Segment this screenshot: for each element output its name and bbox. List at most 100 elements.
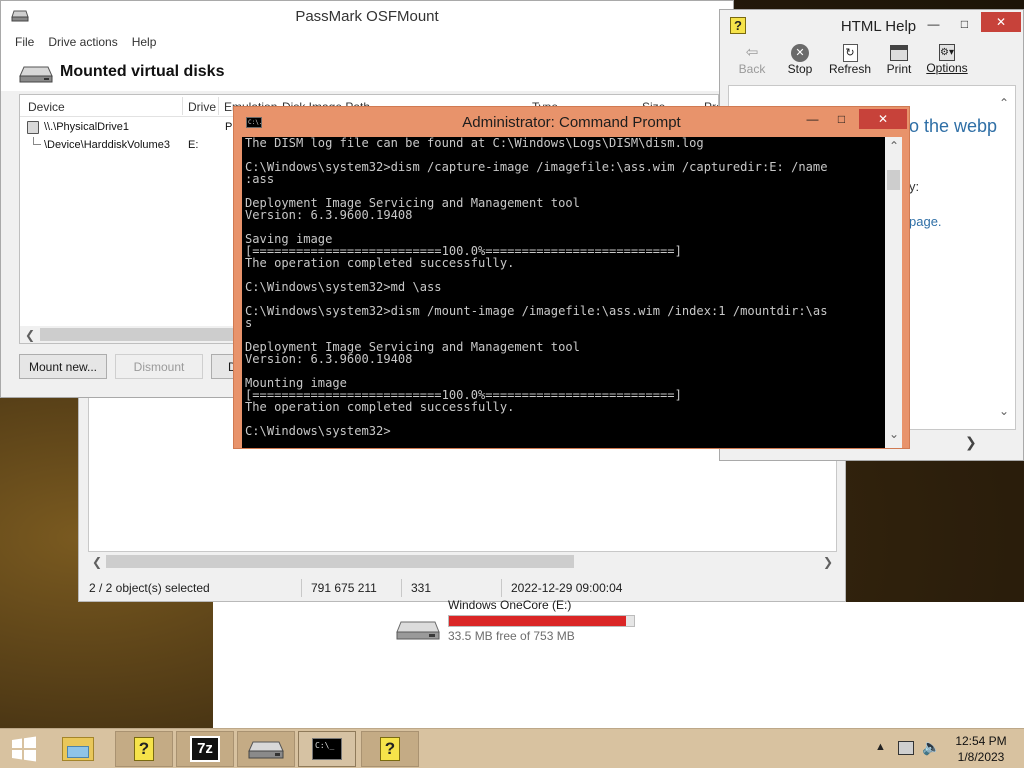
help-text: y: xyxy=(909,179,920,194)
back-arrow-icon: ⇦ xyxy=(745,44,759,61)
scroll-left-icon[interactable]: ❮ xyxy=(92,555,102,569)
menu-file[interactable]: File xyxy=(15,35,34,49)
mount-new-label: Mount new... xyxy=(28,359,98,374)
refresh-icon: ↻ xyxy=(842,44,858,62)
column-divider xyxy=(182,97,183,115)
help-icon: ? xyxy=(380,737,400,761)
status-date: 2022-12-29 09:00:04 xyxy=(511,581,623,595)
close-icon[interactable]: ✕ xyxy=(981,12,1021,32)
scrollbar-thumb[interactable] xyxy=(887,170,900,190)
osfmount-app-icon xyxy=(11,8,29,26)
console-output[interactable]: The DISM log file can be found at C:\Win… xyxy=(242,137,885,448)
column-device[interactable]: Device xyxy=(28,100,65,114)
mounted-disks-icon xyxy=(19,62,53,87)
status-divider xyxy=(301,579,302,597)
minimize-icon[interactable]: — xyxy=(798,109,827,129)
command-prompt-icon: C:\_ xyxy=(312,738,342,760)
network-icon[interactable] xyxy=(898,741,914,755)
refresh-label: Refresh xyxy=(828,62,872,76)
cmd-vertical-scrollbar[interactable]: ⌃ ⌄ xyxy=(885,137,902,448)
scroll-up-icon[interactable]: ⌃ xyxy=(999,96,1009,110)
help-heading: o the webp xyxy=(909,116,998,136)
scroll-down-icon[interactable]: ⌄ xyxy=(889,427,899,441)
print-button[interactable]: Print xyxy=(880,44,918,76)
clock-date: 1/8/2023 xyxy=(957,750,1005,764)
drive-usage-bar xyxy=(448,615,635,627)
drive-icon[interactable] xyxy=(395,614,441,640)
taskbar-html-help[interactable]: ? xyxy=(115,731,173,767)
html-help-titlebar[interactable]: ? HTML Help — □ ✕ xyxy=(720,10,1023,42)
maximize-icon[interactable]: □ xyxy=(950,14,979,34)
drive-name[interactable]: Windows OneCore (E:) xyxy=(448,598,571,612)
maximize-icon[interactable]: □ xyxy=(827,109,856,129)
column-divider xyxy=(218,97,219,115)
scroll-up-icon[interactable]: ⌃ xyxy=(889,139,899,153)
scroll-right-icon[interactable]: ❯ xyxy=(823,555,833,569)
taskbar: ? 7z C:\_ ? ▲ 🔈 12:54 PM 1/8/2023 xyxy=(0,728,1024,768)
back-label: Back xyxy=(738,62,766,76)
cmd-titlebar[interactable]: C:\. Administrator: Command Prompt — □ ✕ xyxy=(234,107,909,137)
refresh-button[interactable]: ↻ Refresh xyxy=(826,44,874,76)
dismount-button[interactable]: Dismount xyxy=(115,354,203,379)
scroll-left-icon[interactable]: ❮ xyxy=(25,328,35,342)
command-prompt-window: C:\. Administrator: Command Prompt — □ ✕… xyxy=(233,106,910,449)
tree-connector xyxy=(33,137,41,145)
start-icon xyxy=(12,736,36,762)
row-device: \Device\HarddiskVolume3 xyxy=(44,139,170,151)
status-size: 791 675 211 xyxy=(311,581,377,595)
drive-usage-fill xyxy=(449,616,626,626)
clock[interactable]: 12:54 PM 1/8/2023 xyxy=(950,733,1012,765)
console-text: The DISM log file can be found at C:\Win… xyxy=(245,137,828,438)
header-band: Mounted virtual disks xyxy=(1,52,735,91)
disk-icon xyxy=(27,121,39,134)
menu-bar: File Drive actions Help xyxy=(1,31,735,52)
options-icon: ⚙▾ xyxy=(939,44,955,61)
help-toolbar: ⇦ Back ✕ Stop ↻ Refresh Print ⚙▾ Options xyxy=(720,42,1024,82)
start-button[interactable] xyxy=(0,729,48,768)
stop-icon: ✕ xyxy=(791,44,809,62)
row-drive: E: xyxy=(188,139,199,151)
osfmount-titlebar[interactable]: PassMark OSFMount xyxy=(1,1,733,31)
taskbar-7zip[interactable]: 7z xyxy=(176,731,234,767)
status-divider xyxy=(401,579,402,597)
taskbar-osfmount[interactable] xyxy=(237,731,295,767)
taskbar-command-prompt[interactable]: C:\_ xyxy=(298,731,356,767)
drive-panel: Windows OneCore (E:) 33.5 MB free of 753… xyxy=(213,598,1024,728)
status-count: 331 xyxy=(411,581,432,595)
drive-free-space: 33.5 MB free of 753 MB xyxy=(448,629,575,643)
window-title: PassMark OSFMount xyxy=(295,7,439,25)
taskbar-file-explorer[interactable] xyxy=(52,731,104,767)
options-label: Options xyxy=(926,61,968,75)
print-label: Print xyxy=(886,62,912,76)
explorer-horizontal-scrollbar[interactable]: ❮ ❯ xyxy=(88,553,837,570)
status-selected: 2 / 2 object(s) selected xyxy=(89,581,210,595)
status-divider xyxy=(501,579,502,597)
stop-label: Stop xyxy=(787,62,813,76)
dismount-label: Dismount xyxy=(133,359,185,374)
taskbar-html-help-2[interactable]: ? xyxy=(361,731,419,767)
menu-help[interactable]: Help xyxy=(132,35,157,49)
scroll-down-icon[interactable]: ⌄ xyxy=(999,404,1009,418)
clock-time: 12:54 PM xyxy=(955,734,1007,748)
stop-button[interactable]: ✕ Stop xyxy=(780,44,820,76)
printer-icon xyxy=(890,45,908,61)
help-scroll-right-icon[interactable]: ❯ xyxy=(965,434,977,451)
scrollbar-thumb[interactable] xyxy=(106,555,574,568)
volume-icon[interactable]: 🔈 xyxy=(922,738,941,756)
scrollbar-thumb[interactable] xyxy=(40,328,250,341)
7zip-icon: 7z xyxy=(190,736,220,762)
back-button[interactable]: ⇦ Back xyxy=(732,44,772,76)
help-window-title: HTML Help xyxy=(840,17,917,35)
show-hidden-icons-chevron-icon[interactable]: ▲ xyxy=(875,741,886,753)
menu-drive-actions[interactable]: Drive actions xyxy=(48,35,117,49)
help-icon: ? xyxy=(134,737,154,761)
options-button[interactable]: ⚙▾ Options xyxy=(924,44,970,75)
minimize-icon[interactable]: — xyxy=(919,14,948,34)
mount-new-button[interactable]: Mount new... xyxy=(19,354,107,379)
column-drive[interactable]: Drive xyxy=(188,100,216,114)
page-title: Mounted virtual disks xyxy=(60,63,225,80)
help-link[interactable]: page. xyxy=(909,214,942,229)
row-device: \\.\PhysicalDrive1 xyxy=(44,121,129,133)
close-icon[interactable]: ✕ xyxy=(859,109,907,129)
help-app-icon: ? xyxy=(730,17,746,34)
